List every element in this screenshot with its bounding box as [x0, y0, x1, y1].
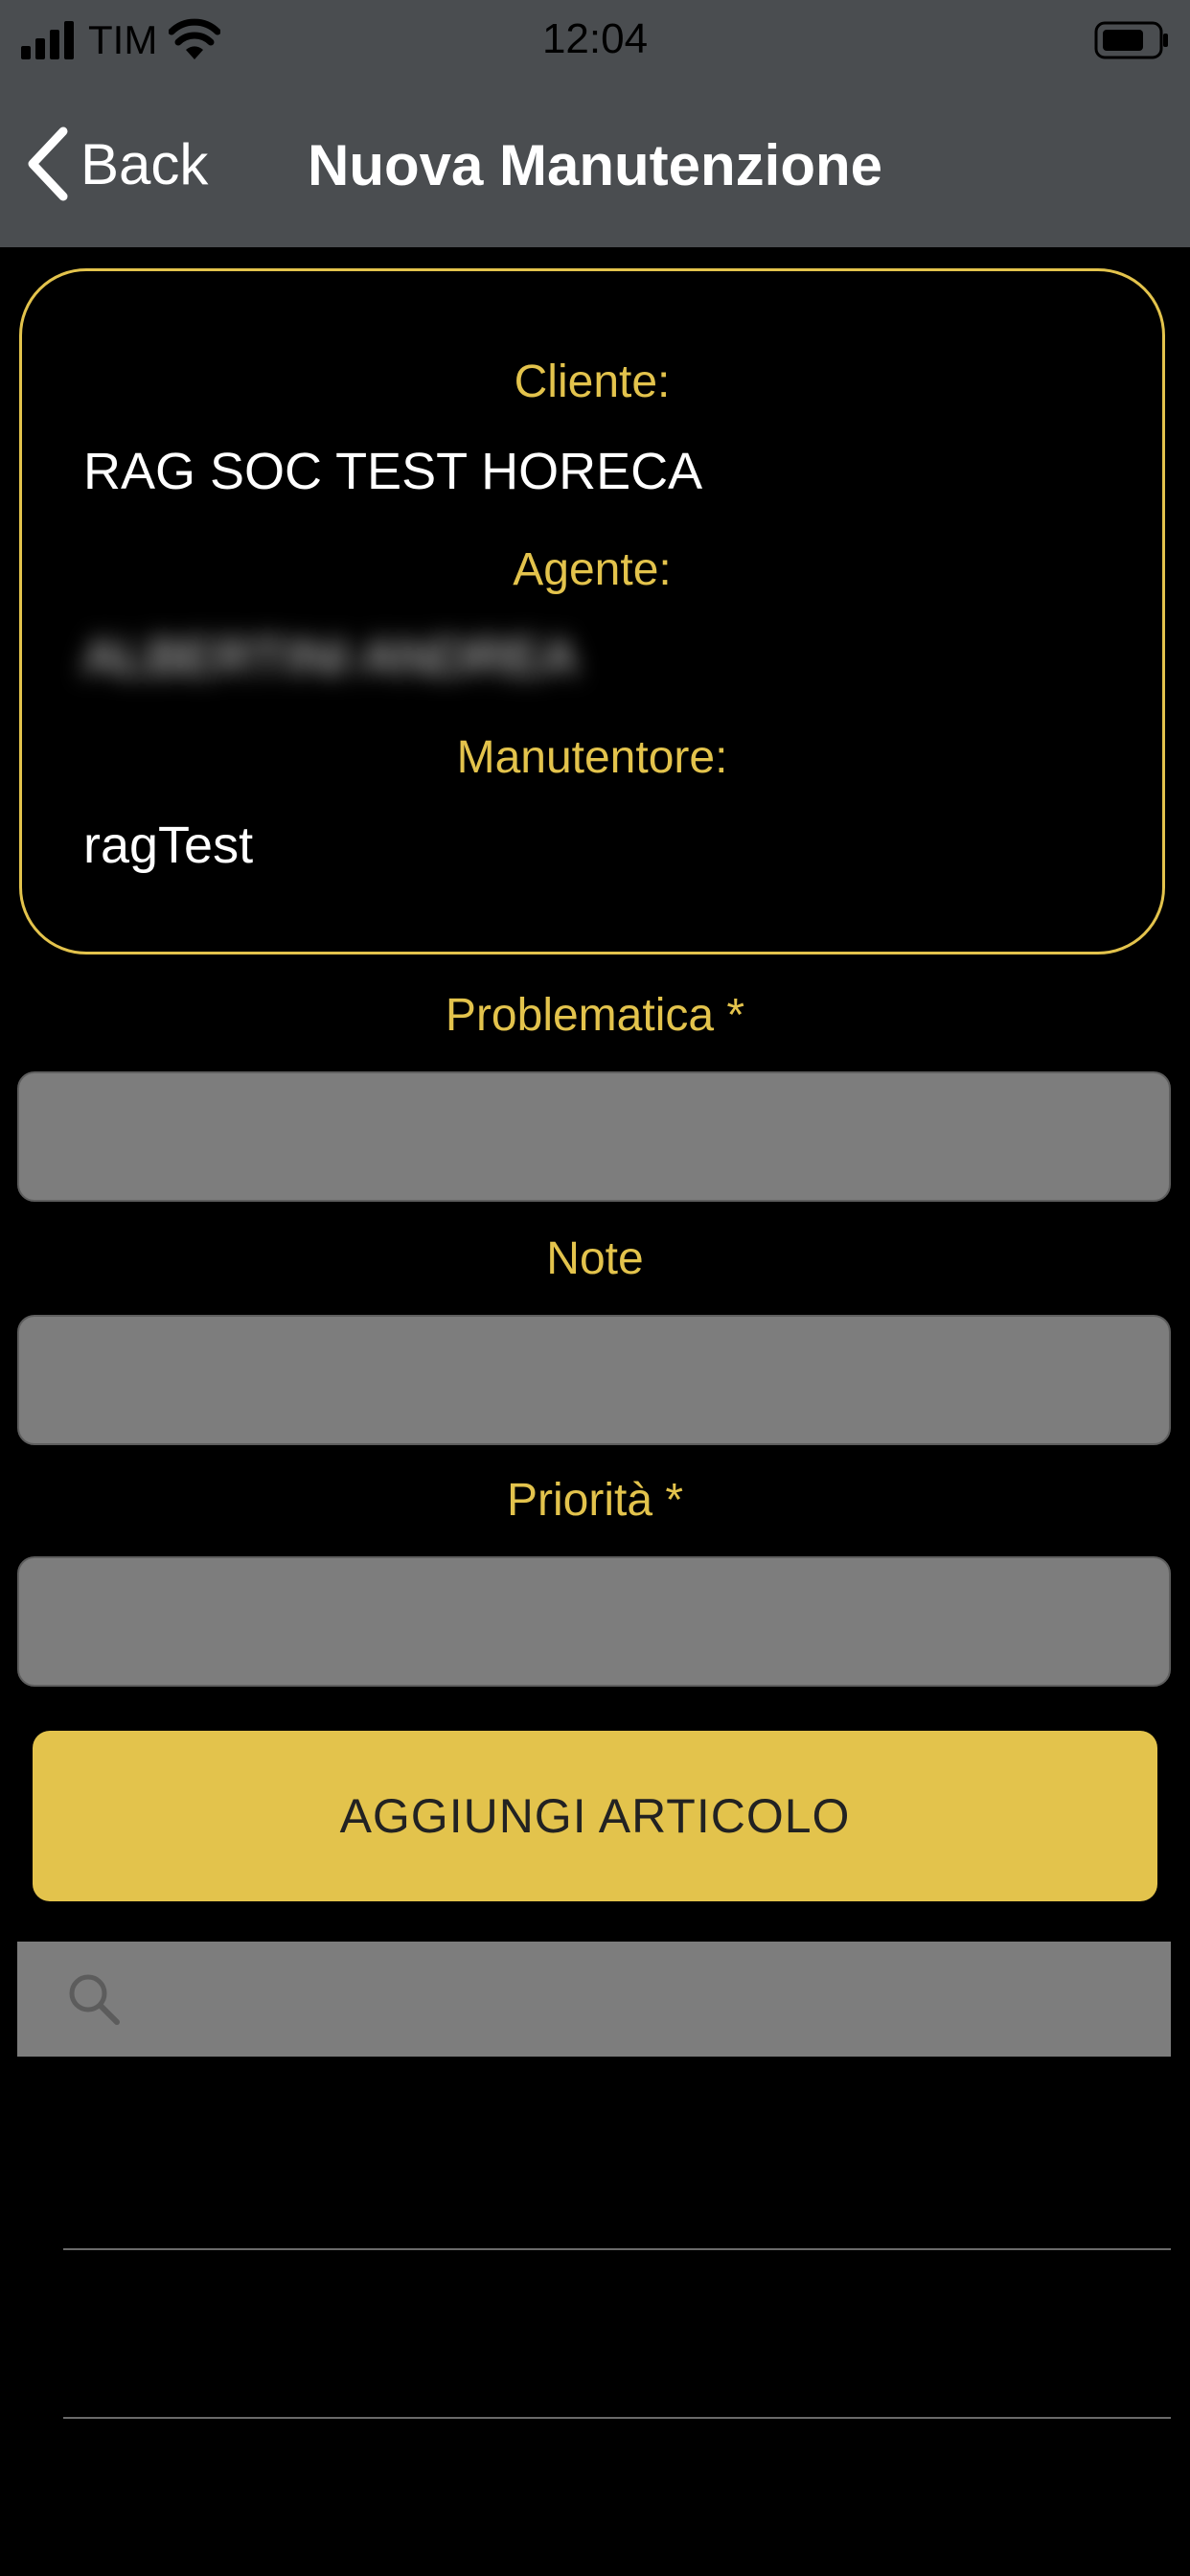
- search-icon: [69, 1974, 120, 2025]
- agente-value: ALBERTINI ANDREA: [83, 629, 578, 686]
- status-bar: TIM 12:04: [0, 0, 1190, 84]
- cliente-value: RAG SOC TEST HORECA: [83, 443, 703, 500]
- page-title: Nuova Manutenzione: [307, 133, 883, 197]
- problematica-field[interactable]: [17, 1071, 1171, 1202]
- priorita-label: Priorità *: [506, 1475, 684, 1526]
- list-item[interactable]: [63, 2082, 1171, 2250]
- manutentore-label: Manutentore:: [456, 732, 728, 783]
- navigation-bar: Back Nuova Manutenzione: [0, 84, 1190, 247]
- cliente-label: Cliente:: [514, 356, 671, 407]
- list-divider: [63, 2417, 1171, 2419]
- maintenance-info-card: Cliente: RAG SOC TEST HORECA Agente: ALB…: [19, 268, 1165, 954]
- note-label: Note: [546, 1233, 644, 1284]
- manutentore-value: ragTest: [83, 816, 254, 874]
- search-bar: [17, 1941, 1171, 2058]
- problematica-label: Problematica *: [445, 990, 745, 1041]
- battery-icon: [1094, 21, 1168, 59]
- clock: 12:04: [541, 15, 649, 62]
- add-article-button[interactable]: AGGIUNGI ARTICOLO: [33, 1731, 1157, 1901]
- priorita-field[interactable]: [17, 1556, 1171, 1687]
- agente-label: Agente:: [513, 544, 672, 595]
- list-item[interactable]: [63, 2250, 1171, 2419]
- note-field[interactable]: [17, 1315, 1171, 1445]
- search-input[interactable]: [123, 1941, 1171, 2058]
